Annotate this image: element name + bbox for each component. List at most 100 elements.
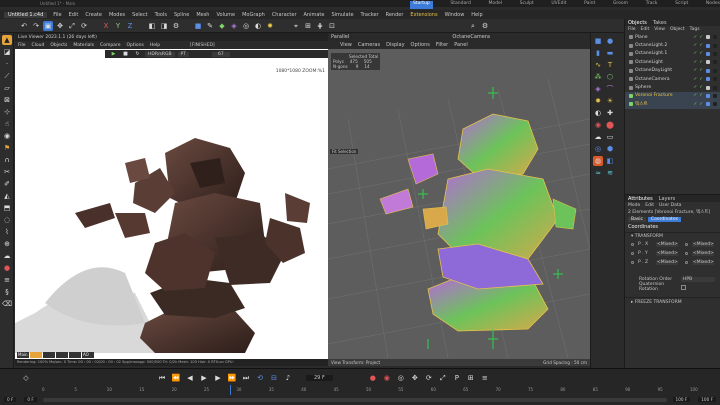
sound-icon[interactable]: ♪ — [283, 373, 293, 383]
range-slider[interactable] — [42, 397, 667, 402]
palette-volume-icon[interactable]: ⬢ — [605, 144, 615, 154]
coord-anim-icon[interactable] — [631, 261, 634, 264]
play-icon[interactable]: ▶ — [199, 373, 209, 383]
palette-spline-icon[interactable]: ∿ — [593, 60, 603, 70]
next-frame-icon[interactable]: ▶ — [213, 373, 223, 383]
range-end-field[interactable]: 100 F — [672, 397, 691, 402]
search-icon[interactable]: ⌕ — [468, 21, 478, 31]
lv-menu-2[interactable]: Objects — [50, 43, 67, 48]
attributes-menu-1[interactable]: Edit — [645, 203, 654, 208]
paint-icon[interactable]: ● — [2, 263, 12, 273]
key-scale-icon[interactable]: ⤢ — [438, 373, 448, 383]
render-tag-icon[interactable] — [713, 43, 717, 48]
object-name[interactable]: OctaneLight.2 — [635, 43, 691, 48]
next-key-icon[interactable]: ⏩ — [227, 373, 237, 383]
key-pla-icon[interactable]: ⊞ — [466, 373, 476, 383]
solo-icon[interactable]: ◉ — [2, 131, 12, 141]
material-tag-icon[interactable] — [706, 60, 710, 65]
extrude-icon[interactable]: ⬒ — [2, 203, 12, 213]
python-icon[interactable]: § — [2, 287, 12, 297]
layer-icon[interactable]: ≡ — [2, 275, 12, 285]
render-settings-icon[interactable]: ⚙ — [171, 21, 181, 31]
palette-sim-icon[interactable]: ≈ — [593, 168, 603, 178]
material-tag-icon[interactable] — [706, 93, 710, 98]
coord-value[interactable]: <Mixed> — [656, 242, 678, 247]
material-tag-icon[interactable] — [706, 102, 710, 107]
viewport-menu-1[interactable]: Cameras — [358, 42, 380, 48]
render-tag-icon[interactable] — [713, 102, 717, 107]
enabled-check-icon[interactable]: ✓ — [699, 51, 703, 56]
material-tag-icon[interactable] — [706, 68, 710, 73]
palette-plane-icon[interactable]: ▬ — [605, 48, 615, 58]
enabled-check-icon[interactable]: ✓ — [699, 68, 703, 73]
render-tag-icon[interactable] — [713, 60, 717, 65]
palette-cloner-icon[interactable]: ⁂ — [593, 72, 603, 82]
palette-field-icon[interactable]: ◎ — [593, 144, 603, 154]
enabled-check-icon[interactable]: ✓ — [699, 102, 703, 107]
enabled-check-icon[interactable]: ✓ — [699, 77, 703, 82]
z-axis-icon[interactable]: Z — [125, 21, 135, 31]
undo-icon[interactable]: ↶ — [19, 21, 29, 31]
motion-system-icon[interactable]: ≡ — [480, 373, 490, 383]
object-row[interactable]: OctaneCamera ✓ ✓ — [625, 75, 720, 83]
layout-tab-1[interactable]: Standard — [450, 1, 470, 9]
viewport-menu-0[interactable]: View — [340, 42, 352, 48]
render-tag-icon[interactable] — [713, 85, 717, 90]
object-name[interactable]: Voronoi Fracture — [635, 93, 691, 98]
redo-icon[interactable]: ↷ — [31, 21, 41, 31]
points-mode-icon[interactable]: · — [2, 59, 12, 69]
material-tag-icon[interactable] — [706, 43, 710, 48]
object-name[interactable]: OctaneLight.1 — [635, 51, 691, 56]
coord-value[interactable]: <Mixed> — [656, 251, 678, 256]
palette-fracture-icon[interactable]: ⬡ — [605, 72, 615, 82]
visibility-check-icon[interactable]: ✓ — [693, 77, 697, 82]
current-frame-field[interactable]: 29 F — [306, 375, 333, 381]
enabled-check-icon[interactable]: ✓ — [699, 43, 703, 48]
palette-light-icon[interactable]: ✹ — [593, 96, 603, 106]
lv-menu-3[interactable]: Materials — [73, 43, 94, 48]
render-pass-tab-2[interactable] — [43, 352, 55, 358]
edges-mode-icon[interactable]: ⟋ — [2, 71, 12, 81]
objects-tab-0[interactable]: Objects — [628, 20, 647, 26]
menu-16[interactable]: Window — [445, 12, 465, 18]
lv-menu-1[interactable]: Cloud — [32, 43, 45, 48]
object-name[interactable]: Sphere — [635, 85, 691, 90]
visibility-check-icon[interactable]: ✓ — [693, 68, 697, 73]
menu-1[interactable]: Edit — [69, 12, 79, 18]
material-tag-icon[interactable] — [706, 35, 710, 40]
magnet-icon[interactable]: ∩ — [2, 155, 12, 165]
trash-icon[interactable]: ⌫ — [2, 299, 12, 309]
coord-anim-icon-2[interactable] — [685, 261, 688, 264]
visibility-check-icon[interactable]: ✓ — [693, 35, 697, 40]
snap-icon[interactable]: ⌖ — [291, 21, 301, 31]
menu-3[interactable]: Modes — [109, 12, 125, 18]
render-view-icon[interactable]: ◧ — [147, 21, 157, 31]
lock-icon[interactable]: ⊡ — [327, 21, 337, 31]
menu-2[interactable]: Create — [85, 12, 102, 18]
objects-menu-4[interactable]: Tags — [690, 27, 700, 32]
coord-anim-icon[interactable] — [631, 252, 634, 255]
menu-10[interactable]: Character — [272, 12, 297, 18]
key-selection-icon[interactable]: ◎ — [396, 373, 406, 383]
menu-5[interactable]: Tools — [155, 12, 167, 18]
object-row[interactable]: OctaneLight ✓ ✓ — [625, 58, 720, 66]
scale-icon[interactable]: ⤢ — [67, 21, 77, 31]
render-pass-tab-1[interactable] — [30, 352, 42, 358]
model-mode-icon[interactable]: ▲ — [2, 35, 12, 45]
attributes-menu-0[interactable]: Mode — [628, 203, 640, 208]
palette-render-icon[interactable]: ◧ — [605, 156, 615, 166]
move-icon[interactable]: ✥ — [55, 21, 65, 31]
object-row[interactable]: OctaneLight.2 ✓ ✓ — [625, 41, 720, 49]
coord-value-2[interactable]: <Mixed> — [692, 251, 714, 256]
palette-camera-icon[interactable]: ◐ — [593, 108, 603, 118]
key-param-icon[interactable]: P — [452, 373, 462, 383]
render-pass-tab-3[interactable] — [56, 352, 68, 358]
palette-sky-icon[interactable]: ☁ — [593, 132, 603, 142]
objects-tab-1[interactable]: Takes — [653, 20, 667, 26]
pen-icon[interactable]: ✎ — [205, 21, 215, 31]
quaternion-checkbox[interactable] — [681, 284, 686, 290]
layout-tab-7[interactable]: Track — [646, 1, 658, 9]
cube-icon[interactable]: ■ — [193, 21, 203, 31]
coord-value-2[interactable]: <Mixed> — [692, 260, 714, 265]
menu-6[interactable]: Spline — [174, 12, 189, 18]
